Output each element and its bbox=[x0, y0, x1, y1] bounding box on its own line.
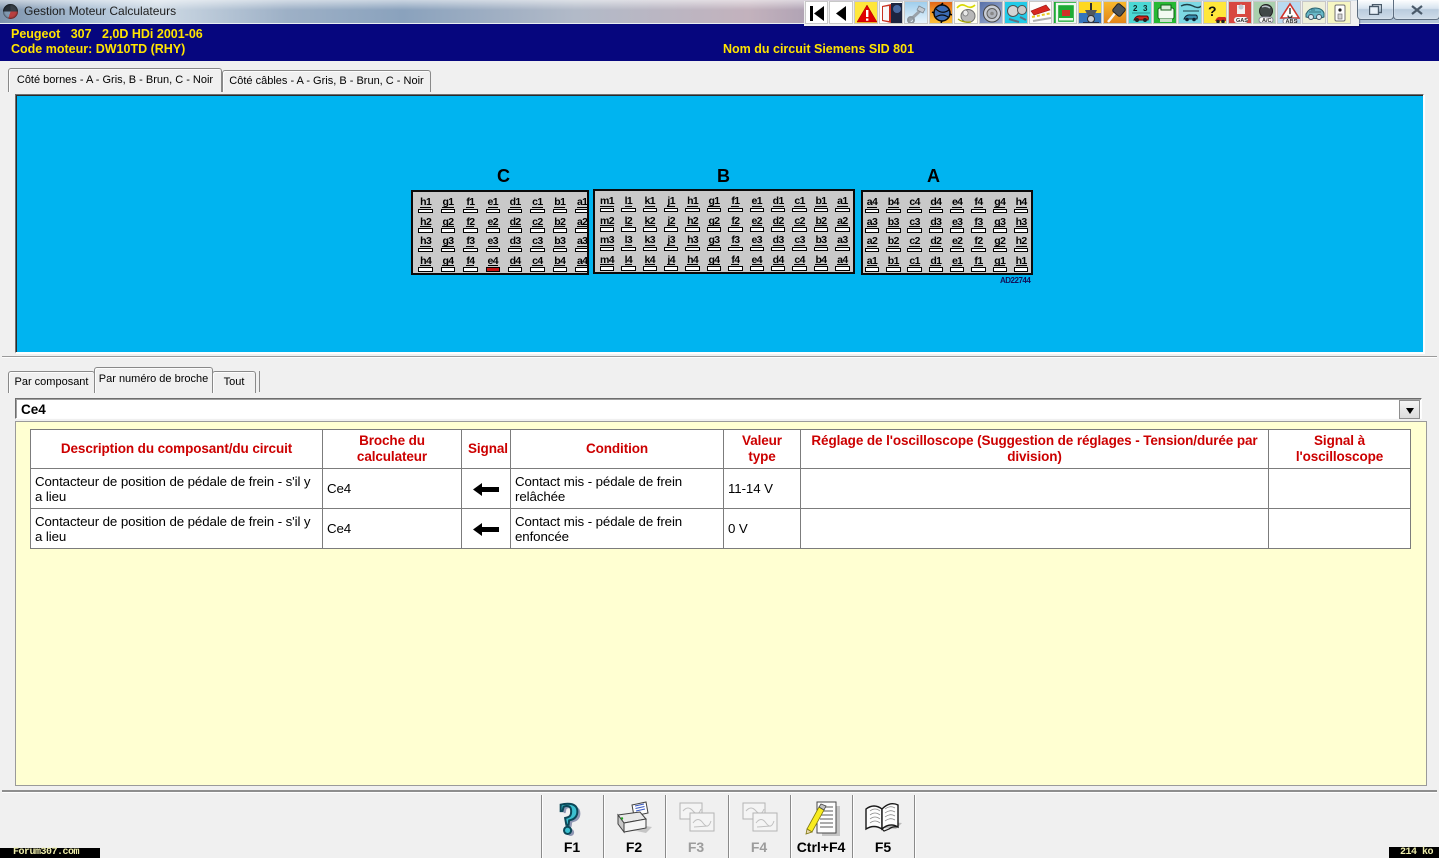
svg-text:GAS: GAS bbox=[1236, 18, 1248, 24]
svg-text:?: ? bbox=[1208, 3, 1217, 19]
svg-text:?: ? bbox=[558, 798, 580, 840]
svg-text:2: 2 bbox=[1133, 4, 1138, 13]
svg-text:A/C: A/C bbox=[1262, 18, 1272, 24]
svg-text:3: 3 bbox=[1143, 4, 1148, 13]
svg-text:ABS: ABS bbox=[1286, 19, 1298, 24]
